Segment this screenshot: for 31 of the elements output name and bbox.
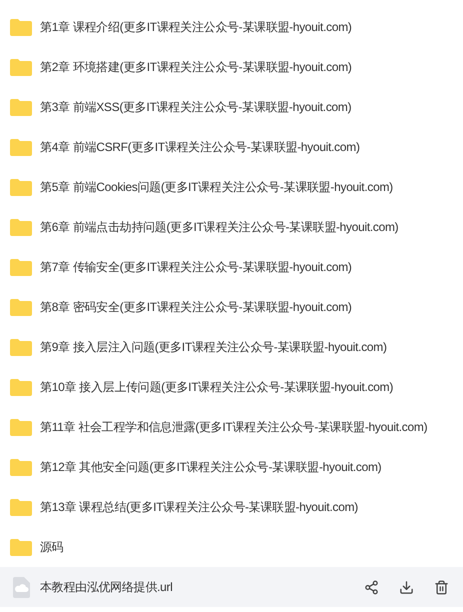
folder-icon — [10, 418, 32, 436]
folder-icon — [10, 258, 32, 276]
file-name: 第2章 环境搭建(更多IT课程关注公众号-某课联盟-hyouit.com) — [40, 60, 352, 74]
file-name: 第11章 社会工程学和信息泄露(更多IT课程关注公众号-某课联盟-hyouit.com) — [40, 420, 428, 434]
folder-icon — [10, 178, 32, 196]
file-name: 源码 — [40, 540, 64, 554]
folder-icon — [10, 138, 32, 156]
folder-icon — [10, 18, 32, 36]
folder-icon — [10, 58, 32, 76]
file-name: 第8章 密码安全(更多IT课程关注公众号-某课联盟-hyouit.com) — [40, 300, 352, 314]
cloud-file-icon — [13, 576, 30, 598]
file-name: 本教程由泓优网络提供.url — [40, 580, 172, 594]
file-name: 第12章 其他安全问题(更多IT课程关注公众号-某课联盟-hyouit.com) — [40, 460, 382, 474]
folder-icon — [10, 218, 32, 236]
folder-icon — [10, 378, 32, 396]
file-name: 第13章 课程总结(更多IT课程关注公众号-某课联盟-hyouit.com) — [40, 500, 358, 514]
folder-icon — [10, 458, 32, 476]
file-name: 第3章 前端XSS(更多IT课程关注公众号-某课联盟-hyouit.com) — [40, 100, 352, 114]
file-name: 第5章 前端Cookies问题(更多IT课程关注公众号-某课联盟-hyouit.com) — [40, 180, 393, 194]
file-name: 第4章 前端CSRF(更多IT课程关注公众号-某课联盟-hyouit.com) — [40, 140, 360, 154]
folder-icon — [10, 98, 32, 116]
file-name: 第7章 传输安全(更多IT课程关注公众号-某课联盟-hyouit.com) — [40, 260, 352, 274]
file-name: 第10章 接入层上传问题(更多IT课程关注公众号-某课联盟-hyouit.com) — [40, 380, 394, 394]
file-name: 第6章 前端点击劫持问题(更多IT课程关注公众号-某课联盟-hyouit.com) — [40, 220, 398, 234]
file-name: 第9章 接入层注入问题(更多IT课程关注公众号-某课联盟-hyouit.com) — [40, 340, 387, 354]
file-row[interactable]: 本教程由泓优网络提供.url — [0, 567, 463, 607]
folder-icon — [10, 498, 32, 516]
folder-icon — [10, 538, 32, 556]
file-name: 第1章 课程介绍(更多IT课程关注公众号-某课联盟-hyouit.com) — [40, 20, 352, 34]
folder-icon — [10, 338, 32, 356]
folder-icon — [10, 298, 32, 316]
